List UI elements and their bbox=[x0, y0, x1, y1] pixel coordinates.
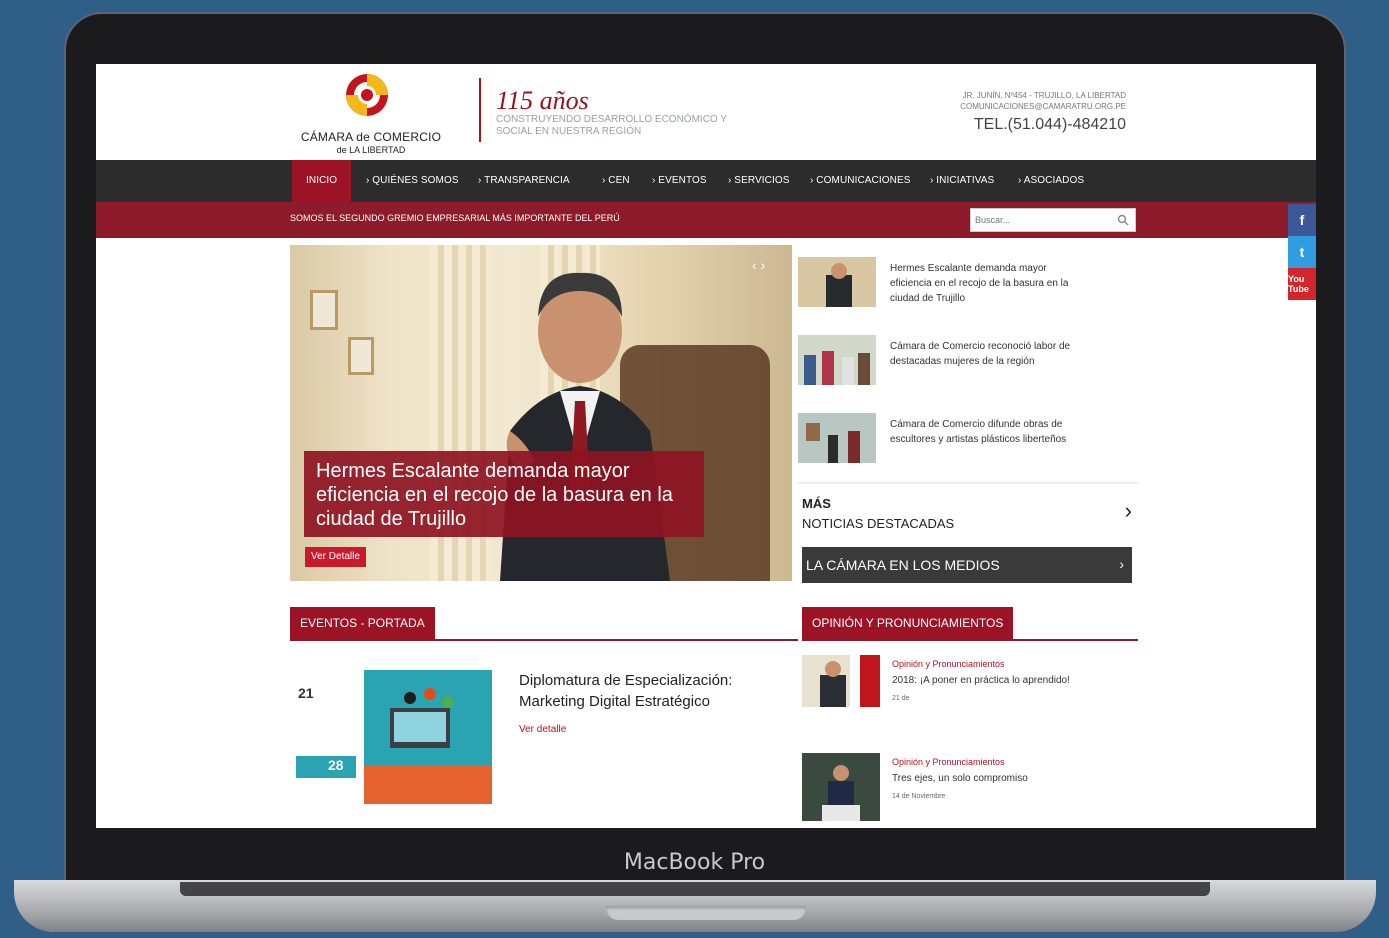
youtube-icon[interactable]: You Tube bbox=[1288, 268, 1316, 300]
side-news-title: Hermes Escalante demanda mayor eficienci… bbox=[890, 263, 1069, 304]
nav-item-servicios[interactable]: › SERVICIOS bbox=[714, 160, 804, 202]
opinion-title[interactable]: Tres ejes, un solo compromiso bbox=[892, 773, 1028, 784]
opinion-heading[interactable]: OPINIÓN Y PRONUNCIAMIENTOS bbox=[802, 607, 1014, 639]
logo-mark-icon bbox=[346, 74, 388, 116]
logo[interactable]: CÁMARA de COMERCIO de LA LIBERTAD bbox=[286, 72, 456, 155]
media-link-label: LA CÁMARA EN LOS MEDIOS bbox=[806, 557, 1000, 573]
search-icon[interactable] bbox=[1117, 214, 1129, 226]
opinion-item[interactable]: Opinión y Pronunciamientos 2018: ¡A pone… bbox=[802, 655, 1138, 725]
side-news-item[interactable]: Hermes Escalante demanda mayor eficienci… bbox=[798, 257, 1138, 335]
event-poster-graphic: 21 28 bbox=[290, 668, 492, 804]
opinion-header: OPINIÓN Y PRONUNCIAMIENTOS bbox=[802, 607, 1138, 641]
opinion-thumbnail bbox=[802, 655, 880, 707]
contact-address: JR. JUNÍN, Nº454 - TRUJILLO, LA LIBERTAD bbox=[962, 91, 1126, 100]
news-thumbnail bbox=[798, 413, 876, 463]
facebook-icon[interactable]: f bbox=[1288, 204, 1316, 236]
contact-email[interactable]: COMUNICACIONES@CAMARATRU.ORG.PE bbox=[960, 101, 1126, 112]
slogan-text: SOMOS EL SEGUNDO GREMIO EMPRESARIAL MÁS … bbox=[290, 213, 620, 223]
search-input[interactable] bbox=[971, 209, 1111, 231]
opinion-date: 14 de Noviembre bbox=[892, 793, 946, 800]
news-thumbnail bbox=[798, 257, 876, 307]
poster-date: 21 bbox=[298, 685, 314, 701]
social-bar: f t You Tube bbox=[1288, 204, 1316, 300]
event-image[interactable]: 21 28 bbox=[290, 668, 492, 804]
hero-caption: Hermes Escalante demanda mayor eficienci… bbox=[304, 451, 704, 537]
slogan-bar: SOMOS EL SEGUNDO GREMIO EMPRESARIAL MÁS … bbox=[96, 202, 1316, 238]
side-news-item[interactable]: Cámara de Comercio difunde obras de escu… bbox=[798, 413, 1138, 491]
more-news-link[interactable]: MÁS NOTICIAS DESTACADAS › bbox=[798, 482, 1138, 534]
device-label: MacBook Pro bbox=[623, 850, 766, 875]
chevron-right-icon: › bbox=[1119, 556, 1124, 572]
laptop-notch bbox=[606, 906, 806, 920]
nav-item-eventos[interactable]: › EVENTOS bbox=[638, 160, 721, 202]
nav-item-transparencia[interactable]: › TRANSPARENCIA bbox=[464, 160, 584, 202]
news-thumbnail bbox=[798, 335, 876, 385]
side-news-title: Cámara de Comercio difunde obras de escu… bbox=[890, 419, 1067, 445]
more-news-subtitle: NOTICIAS DESTACADAS bbox=[802, 516, 955, 531]
opinion-category[interactable]: Opinión y Pronunciamientos bbox=[892, 757, 1005, 767]
anniversary-title: 115 años bbox=[496, 86, 589, 115]
side-news-list: Hermes Escalante demanda mayor eficienci… bbox=[798, 257, 1138, 491]
main-nav: INICIO › QUIÉNES SOMOS › TRANSPARENCIA ›… bbox=[96, 160, 1316, 202]
chevron-right-icon: › bbox=[1124, 498, 1132, 523]
anniversary-subtitle: CONSTRUYENDO DESARROLLO ECONÓMICO Y SOCI… bbox=[496, 114, 727, 137]
contact-info: JR. JUNÍN, Nº454 - TRUJILLO, LA LIBERTAD… bbox=[960, 90, 1126, 112]
event-title[interactable]: Diplomatura de Especialización: Marketin… bbox=[519, 670, 801, 712]
more-news-title: MÁS bbox=[802, 496, 831, 511]
twitter-icon[interactable]: t bbox=[1288, 236, 1316, 268]
nav-item-cen[interactable]: › CEN bbox=[588, 160, 644, 202]
nav-item-inicio[interactable]: INICIO bbox=[292, 160, 352, 202]
logo-text-main: CÁMARA de COMERCIO bbox=[300, 130, 442, 144]
side-news-title: Cámara de Comercio reconoció labor de de… bbox=[890, 341, 1071, 367]
site-header: CÁMARA de COMERCIO de LA LIBERTAD 115 añ… bbox=[96, 64, 1316, 160]
opinion-category[interactable]: Opinión y Pronunciamientos bbox=[892, 659, 1005, 669]
poster-date-2: 28 bbox=[328, 757, 344, 773]
nav-item-asociados[interactable]: › ASOCIADOS bbox=[1004, 160, 1098, 202]
nav-item-comunicaciones[interactable]: › COMUNICACIONES bbox=[796, 160, 925, 202]
media-link-button[interactable]: LA CÁMARA EN LOS MEDIOS › bbox=[802, 547, 1132, 583]
hero-wall-frame bbox=[310, 290, 338, 330]
nav-item-iniciativas[interactable]: › INICIATIVAS bbox=[916, 160, 1008, 202]
events-header: EVENTOS - PORTADA bbox=[290, 607, 798, 641]
opinion-item[interactable]: Opinión y Pronunciamientos Tres ejes, un… bbox=[802, 753, 1138, 823]
hero-wall-frame bbox=[348, 337, 374, 375]
hero-detail-button[interactable]: Ver Detalle bbox=[305, 547, 366, 567]
laptop-hinge bbox=[180, 882, 1210, 896]
events-heading[interactable]: EVENTOS - PORTADA bbox=[290, 607, 435, 639]
event-detail-link[interactable]: Ver detalle bbox=[519, 724, 566, 735]
opinion-title[interactable]: 2018: ¡A poner en práctica lo aprendido! bbox=[892, 675, 1070, 686]
contact-phone: TEL.(51.044)-484210 bbox=[973, 116, 1126, 133]
search-box bbox=[970, 208, 1136, 232]
logo-text-sub: de LA LIBERTAD bbox=[336, 145, 406, 155]
hero-slider[interactable]: ‹ › Hermes Escalante demanda mayor efici… bbox=[290, 245, 792, 581]
opinion-thumbnail bbox=[802, 753, 880, 821]
opinion-date: 21 de bbox=[892, 695, 910, 702]
side-news-item[interactable]: Cámara de Comercio reconoció labor de de… bbox=[798, 335, 1138, 413]
header-divider bbox=[479, 78, 481, 142]
website-screen: CÁMARA de COMERCIO de LA LIBERTAD 115 añ… bbox=[96, 64, 1316, 828]
nav-item-quienes-somos[interactable]: › QUIÉNES SOMOS bbox=[352, 160, 473, 202]
slider-arrows[interactable]: ‹ › bbox=[752, 257, 765, 273]
